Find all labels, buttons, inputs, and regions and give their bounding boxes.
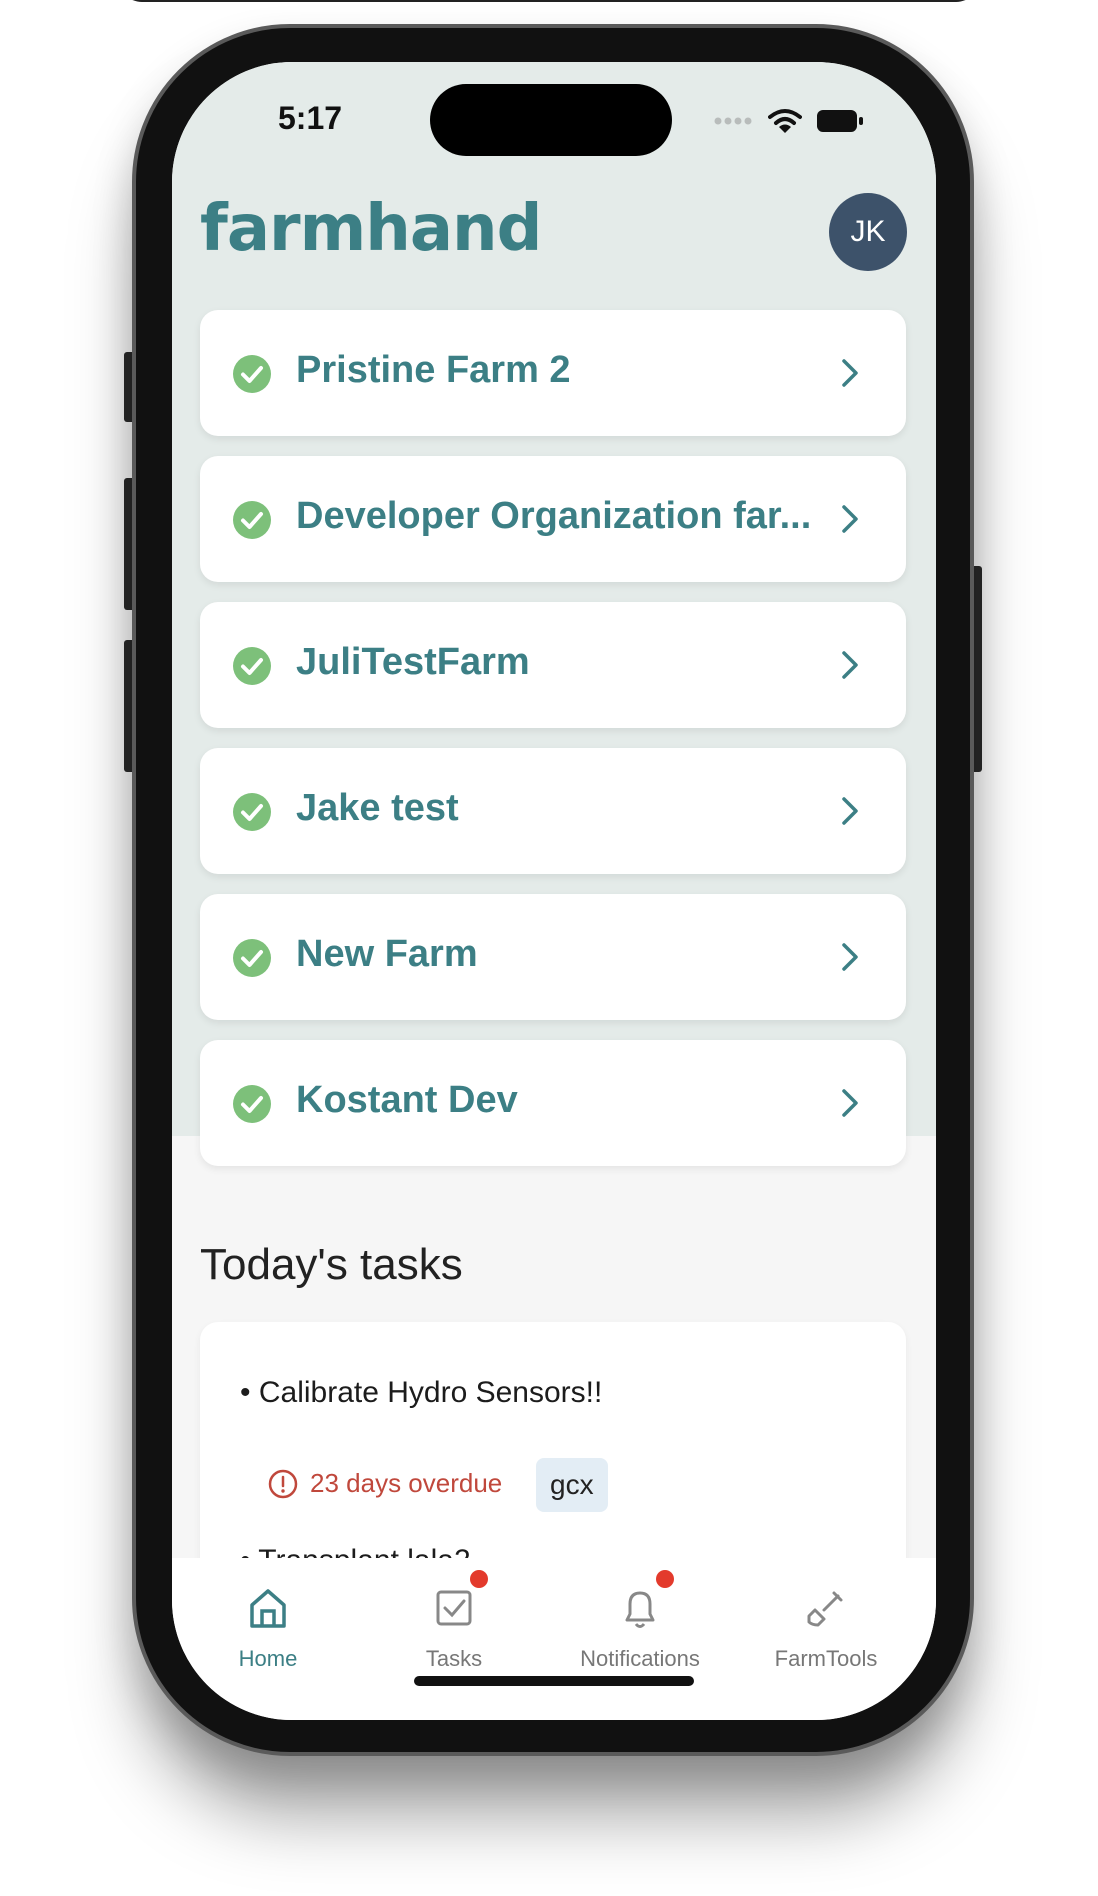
dynamic-island [430, 84, 672, 156]
wifi-icon [768, 109, 802, 133]
task-tag: gcx [536, 1458, 608, 1512]
home-icon [250, 1589, 286, 1628]
farm-name: JuliTestFarm [296, 641, 530, 683]
tab-label: FarmTools [774, 1646, 878, 1671]
farm-card[interactable]: Kostant Dev [200, 1040, 906, 1166]
chevron-right-icon [842, 1089, 858, 1117]
home-indicator [414, 1676, 694, 1686]
tab-farmtools[interactable]: FarmTools [736, 1578, 916, 1672]
farm-list: Pristine Farm 2 Developer Organization f… [200, 310, 906, 1186]
check-circle-icon [233, 355, 271, 393]
farm-card[interactable]: Pristine Farm 2 [200, 310, 906, 436]
shovel-icon [807, 1591, 843, 1627]
check-circle-icon [233, 647, 271, 685]
alert-circle-icon [268, 1469, 298, 1498]
check-circle-icon [233, 501, 271, 539]
avatar[interactable]: JK [829, 193, 907, 271]
chevron-right-icon [842, 797, 858, 825]
tab-label: Notifications [580, 1646, 700, 1671]
app-logo: farmhand [200, 192, 542, 266]
farm-name: Pristine Farm 2 [296, 349, 571, 391]
status-time: 5:17 [278, 100, 343, 136]
notification-badge [656, 1570, 674, 1588]
tab-home[interactable]: Home [178, 1578, 358, 1672]
farm-card[interactable]: New Farm [200, 894, 906, 1020]
status-icons [714, 106, 864, 136]
farm-name: Kostant Dev [296, 1079, 518, 1121]
task-item[interactable]: • Calibrate Hydro Sensors!! [240, 1376, 602, 1410]
notification-badge [470, 1570, 488, 1588]
tab-label: Tasks [425, 1646, 483, 1671]
section-title-tasks: Today's tasks [200, 1240, 463, 1289]
farm-card[interactable]: Jake test [200, 748, 906, 874]
farm-card[interactable]: Developer Organization far... [200, 456, 906, 582]
tab-label: Home [238, 1646, 298, 1671]
farm-card[interactable]: JuliTestFarm [200, 602, 906, 728]
tasks-card: • Calibrate Hydro Sensors!! 23 days over… [200, 1322, 906, 1582]
signal-icon [714, 117, 752, 125]
farm-name: Jake test [296, 787, 459, 829]
chevron-right-icon [842, 505, 858, 533]
tab-notifications[interactable]: Notifications [550, 1570, 730, 1672]
tab-bar: Home Tasks Notifications FarmTools [172, 1558, 936, 1720]
check-circle-icon [233, 1085, 271, 1123]
chevron-right-icon [842, 651, 858, 679]
app-screen: 5:17 farmhand JK Pristine Farm 2 Develop… [172, 62, 936, 1720]
farm-name: New Farm [296, 933, 478, 975]
chevron-right-icon [842, 943, 858, 971]
tab-tasks[interactable]: Tasks [364, 1570, 544, 1672]
battery-icon [817, 110, 863, 132]
chevron-right-icon [842, 359, 858, 387]
farm-name: Developer Organization far... [296, 495, 812, 537]
overdue-indicator: 23 days overdue [268, 1468, 502, 1499]
device-shadow-top [118, 0, 980, 2]
check-circle-icon [233, 939, 271, 977]
check-circle-icon [233, 793, 271, 831]
overdue-text: 23 days overdue [310, 1468, 503, 1498]
